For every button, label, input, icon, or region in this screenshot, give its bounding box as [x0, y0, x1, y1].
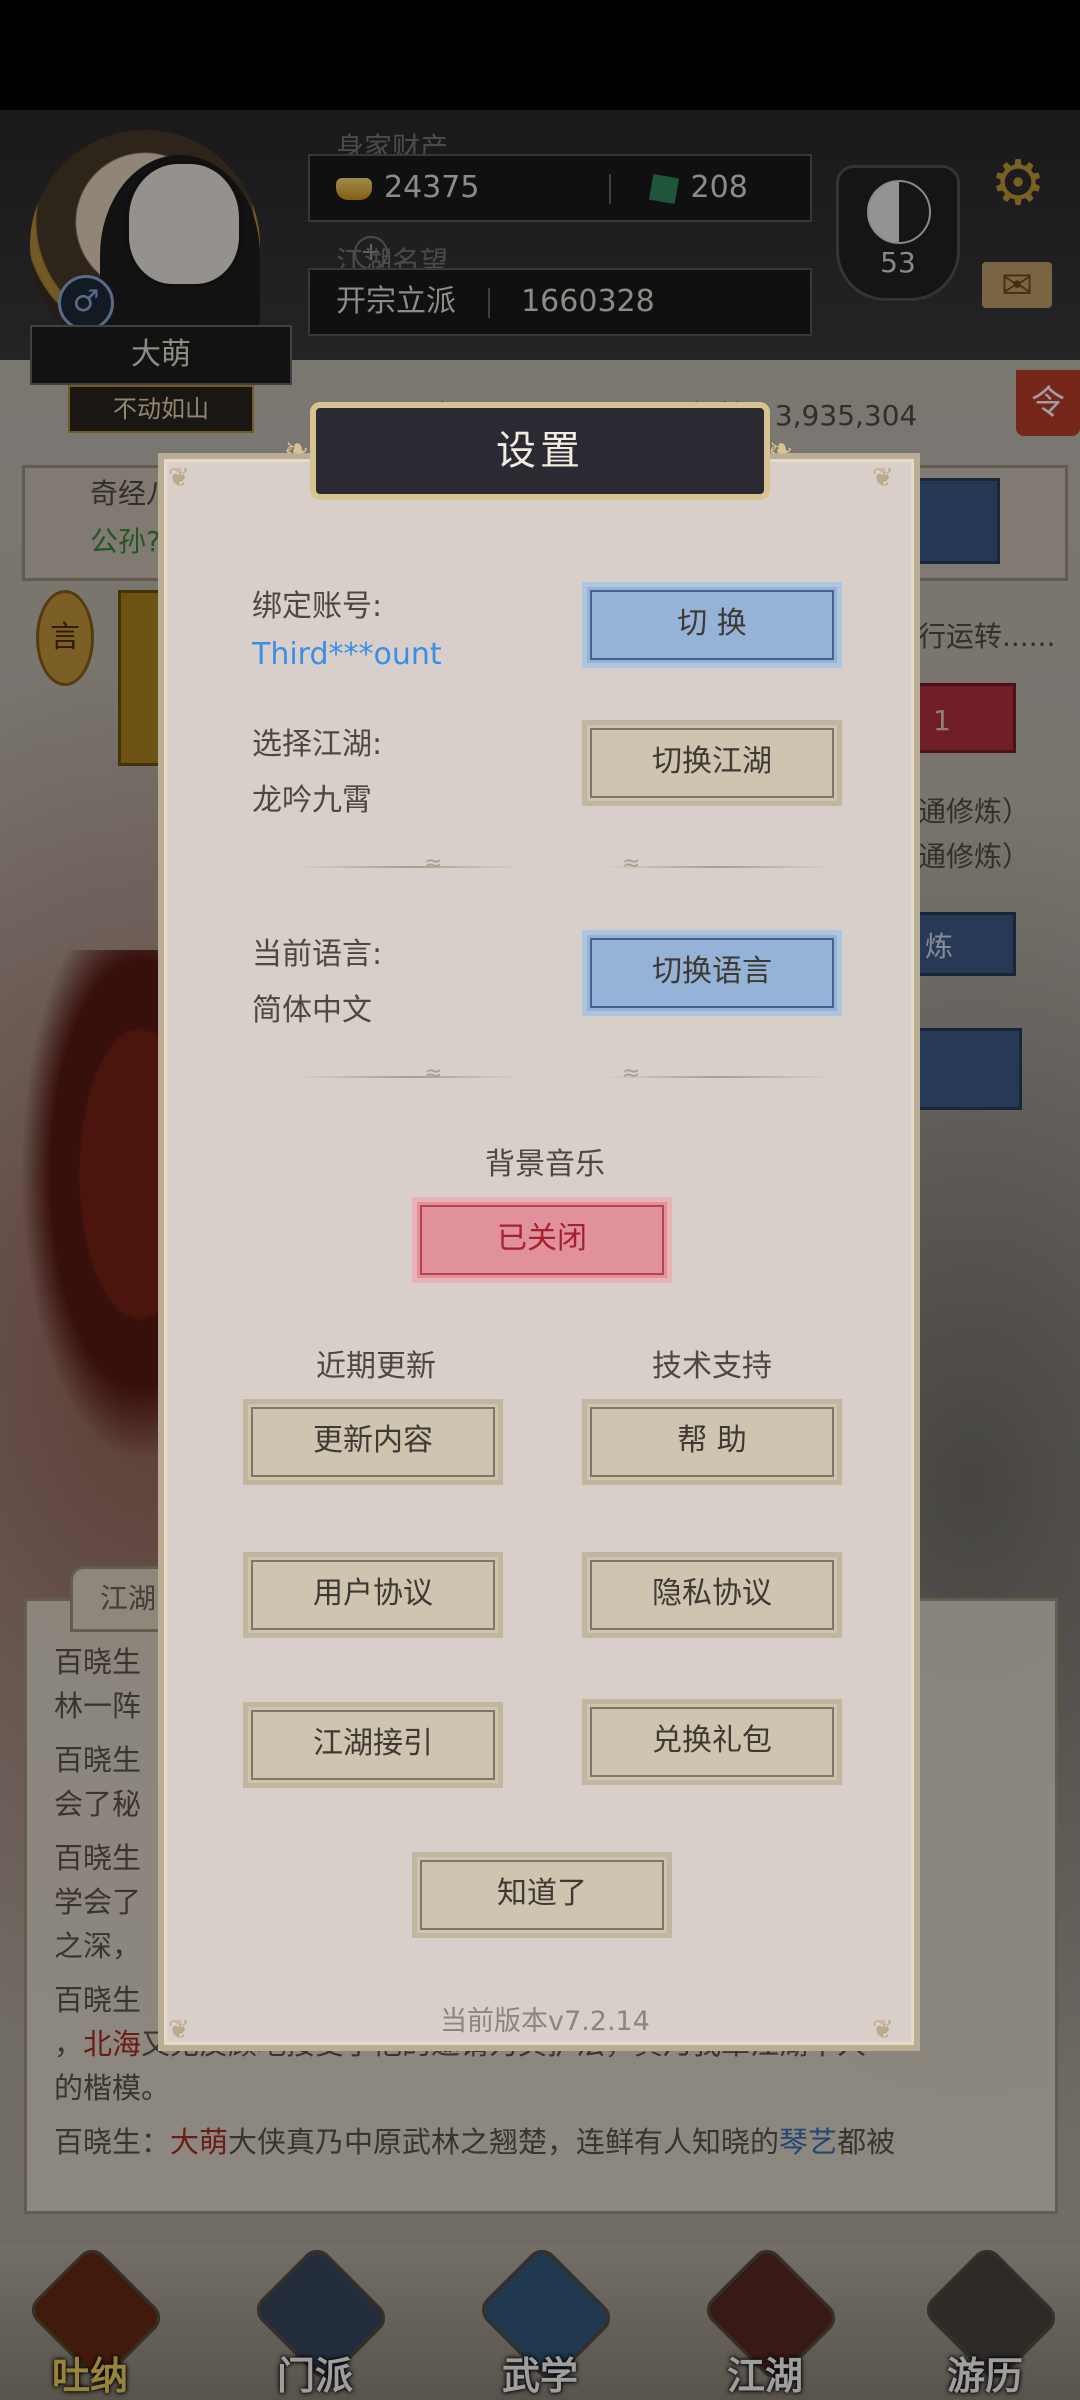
- music-toggle-button[interactable]: 已关闭: [412, 1197, 672, 1283]
- corner-ornament: ❦: [168, 463, 190, 493]
- music-label: 背景音乐: [485, 1147, 605, 1182]
- divider-ornament: ≈: [622, 1061, 641, 1086]
- version-text: 当前版本v7.2.14: [440, 2006, 650, 2037]
- divider: [294, 866, 524, 868]
- switch-account-button[interactable]: 切 换: [582, 582, 842, 668]
- settings-dialog: ❦ ❦ ❦ ❦ 绑定账号: Third***ount 切 换 选择江湖: 龙吟九…: [158, 453, 920, 2051]
- divider-ornament: ≈: [424, 1061, 443, 1086]
- user-agreement-button[interactable]: 用户协议: [243, 1552, 503, 1638]
- help-button[interactable]: 帮 助: [582, 1399, 842, 1485]
- dialog-title: 设置: [310, 402, 770, 500]
- ok-button[interactable]: 知道了: [412, 1852, 672, 1938]
- language-label: 当前语言:: [252, 937, 383, 972]
- divider-ornament: ≈: [622, 851, 641, 876]
- update-content-button[interactable]: 更新内容: [243, 1399, 503, 1485]
- bound-account-name: Third***ount: [252, 637, 442, 672]
- current-world: 龙吟九霄: [252, 783, 372, 818]
- switch-world-button[interactable]: 切换江湖: [582, 720, 842, 806]
- switch-language-button[interactable]: 切换语言: [582, 930, 842, 1016]
- title-ornament-right: ❧: [768, 432, 794, 467]
- corner-ornament: ❦: [872, 463, 894, 493]
- choose-world-label: 选择江湖:: [252, 727, 383, 762]
- title-ornament-left: ❧: [284, 432, 310, 467]
- divider: [294, 1076, 524, 1078]
- current-language: 简体中文: [252, 993, 372, 1028]
- support-label: 技术支持: [652, 1349, 772, 1384]
- jianghu-guide-button[interactable]: 江湖接引: [243, 1702, 503, 1788]
- redeem-gift-button[interactable]: 兑换礼包: [582, 1699, 842, 1785]
- updates-label: 近期更新: [316, 1349, 436, 1384]
- bind-account-label: 绑定账号:: [252, 589, 383, 624]
- divider-ornament: ≈: [424, 851, 443, 876]
- privacy-policy-button[interactable]: 隐私协议: [582, 1552, 842, 1638]
